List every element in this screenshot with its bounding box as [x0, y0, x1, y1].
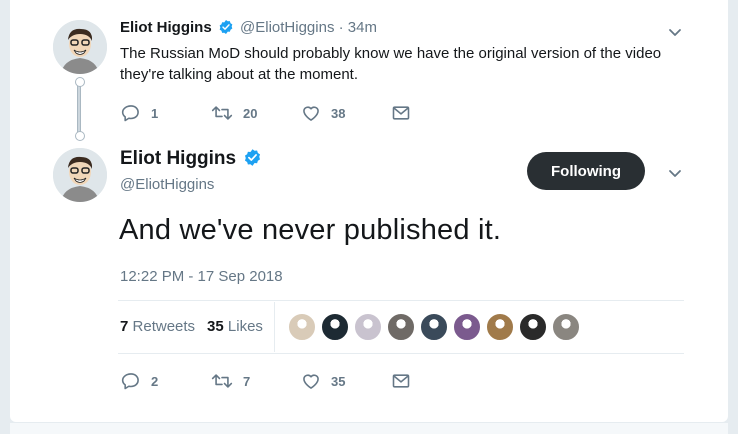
reply-tweet-header: Eliot Higgins @EliotHiggins · 34m	[120, 19, 377, 39]
chevron-down-icon[interactable]	[667, 165, 683, 181]
liker-avatar[interactable]	[552, 313, 580, 341]
like-count: 38	[331, 105, 346, 121]
thread-connector	[75, 77, 85, 141]
reply-tweet-actions: 1 20 38	[121, 103, 411, 123]
liker-avatar[interactable]	[486, 313, 514, 341]
avatar[interactable]	[53, 20, 107, 74]
likes-stat[interactable]: 35 Likes	[207, 318, 263, 335]
like-button[interactable]: 35	[301, 371, 391, 391]
author-name[interactable]: Eliot Higgins	[120, 19, 212, 36]
reply-icon	[121, 103, 141, 123]
direct-message-button[interactable]	[391, 104, 411, 122]
separator-dot: ·	[338, 19, 344, 36]
liker-avatar[interactable]	[354, 313, 382, 341]
stats-divider	[274, 302, 275, 352]
tweet-timestamp[interactable]: 12:22 PM - 17 Sep 2018	[120, 268, 283, 285]
reply-button[interactable]: 1	[121, 103, 211, 123]
likes-stat-count: 35	[207, 318, 224, 335]
retweet-button[interactable]: 20	[211, 103, 301, 123]
chevron-down-icon[interactable]	[667, 24, 683, 40]
liker-avatar[interactable]	[288, 313, 316, 341]
reply-count: 2	[151, 373, 159, 389]
tweet-text: And we've never published it.	[119, 214, 502, 246]
retweet-count: 20	[243, 105, 258, 121]
divider	[118, 353, 684, 354]
retweet-button[interactable]: 7	[211, 371, 301, 391]
author-handle[interactable]: @EliotHiggins	[120, 176, 214, 193]
author-name[interactable]: Eliot Higgins	[120, 148, 236, 169]
retweets-stat-label: Retweets	[132, 318, 196, 335]
like-button[interactable]: 38	[301, 103, 391, 123]
dm-icon	[391, 372, 411, 390]
tweet-text: The Russian MoD should probably know we …	[120, 45, 662, 83]
likes-stat-label: Likes	[227, 318, 263, 335]
reply-compose-strip	[10, 422, 728, 434]
liker-avatar[interactable]	[453, 313, 481, 341]
main-tweet-actions: 2 7 35	[121, 371, 411, 391]
retweets-stat-count: 7	[120, 318, 129, 335]
retweet-count: 7	[243, 373, 251, 389]
verified-badge-icon	[218, 19, 234, 39]
author-name-row: Eliot Higgins	[120, 148, 264, 173]
following-button[interactable]: Following	[527, 152, 645, 190]
like-count: 35	[331, 373, 346, 389]
like-icon	[301, 103, 321, 123]
author-handle[interactable]: @EliotHiggins	[240, 19, 334, 36]
retweet-icon	[211, 371, 233, 391]
liker-avatar[interactable]	[420, 313, 448, 341]
liker-avatar[interactable]	[387, 313, 415, 341]
retweet-icon	[211, 103, 233, 123]
avatar[interactable]	[53, 148, 107, 202]
liker-avatars	[288, 313, 585, 341]
tweet-stats: 7 Retweets 35 Likes	[120, 318, 263, 335]
liker-avatar[interactable]	[321, 313, 349, 341]
verified-badge-icon	[243, 148, 262, 173]
divider	[118, 300, 684, 301]
direct-message-button[interactable]	[391, 372, 411, 390]
like-icon	[301, 371, 321, 391]
reply-count: 1	[151, 105, 159, 121]
retweets-stat[interactable]: 7 Retweets	[120, 318, 195, 335]
liker-avatar[interactable]	[519, 313, 547, 341]
tweet-time[interactable]: 34m	[348, 19, 377, 36]
reply-icon	[121, 371, 141, 391]
reply-button[interactable]: 2	[121, 371, 211, 391]
dm-icon	[391, 104, 411, 122]
